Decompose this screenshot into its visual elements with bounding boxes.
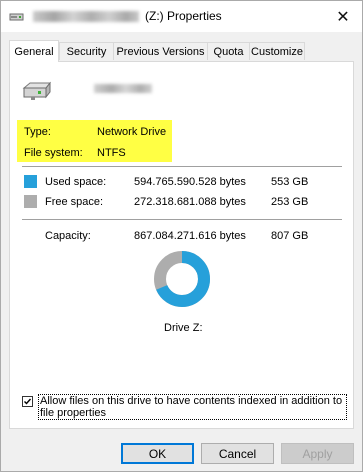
ok-button[interactable]: OK [121, 443, 194, 464]
drive-caption: Drive Z: [164, 322, 203, 334]
usage-donut-chart [154, 251, 210, 307]
close-icon: ✕ [336, 8, 350, 26]
free-space-bytes: 272.318.681.088 bytes [134, 196, 246, 208]
used-space-bytes: 594.765.590.528 bytes [134, 176, 246, 188]
close-button[interactable]: ✕ [324, 1, 362, 32]
used-space-gb: 553 GB [271, 176, 309, 188]
capacity-bytes: 867.084.271.616 bytes [134, 230, 246, 242]
index-checkbox[interactable] [22, 396, 33, 407]
capacity-label: Capacity: [45, 230, 91, 242]
checkmark-icon [24, 398, 32, 405]
title-bar[interactable]: (Z:) Properties ✕ [1, 1, 362, 32]
cancel-button[interactable]: Cancel [201, 443, 274, 464]
free-space-label: Free space: [45, 196, 104, 208]
used-space-swatch [24, 175, 37, 188]
tab-customize[interactable]: Customize [249, 42, 305, 60]
free-space-gb: 253 GB [271, 196, 309, 208]
redacted-volume-label [94, 84, 152, 93]
divider [22, 166, 342, 167]
redacted-drive-name [33, 11, 139, 22]
properties-dialog: (Z:) Properties ✕ General Security Previ… [0, 0, 363, 472]
tab-previous-versions[interactable]: Previous Versions [113, 42, 208, 60]
index-checkbox-label[interactable]: Allow files on this drive to have conten… [38, 394, 347, 420]
tab-security[interactable]: Security [59, 42, 114, 60]
type-label: Type: [24, 126, 51, 138]
drive-icon [22, 80, 52, 105]
tab-quota[interactable]: Quota [207, 42, 250, 60]
window-title: (Z:) Properties [145, 9, 222, 23]
type-value: Network Drive [97, 126, 167, 138]
free-space-swatch [24, 195, 37, 208]
used-space-label: Used space: [45, 176, 107, 188]
apply-button[interactable]: Apply [281, 443, 354, 464]
divider [22, 219, 342, 220]
file-system-value: NTFS [97, 147, 126, 159]
general-panel: Type: Network Drive File system: NTFS Us… [9, 61, 354, 429]
tab-general[interactable]: General [9, 40, 59, 62]
capacity-gb: 807 GB [271, 230, 309, 242]
network-drive-icon [9, 11, 25, 26]
file-system-label: File system: [24, 147, 83, 159]
